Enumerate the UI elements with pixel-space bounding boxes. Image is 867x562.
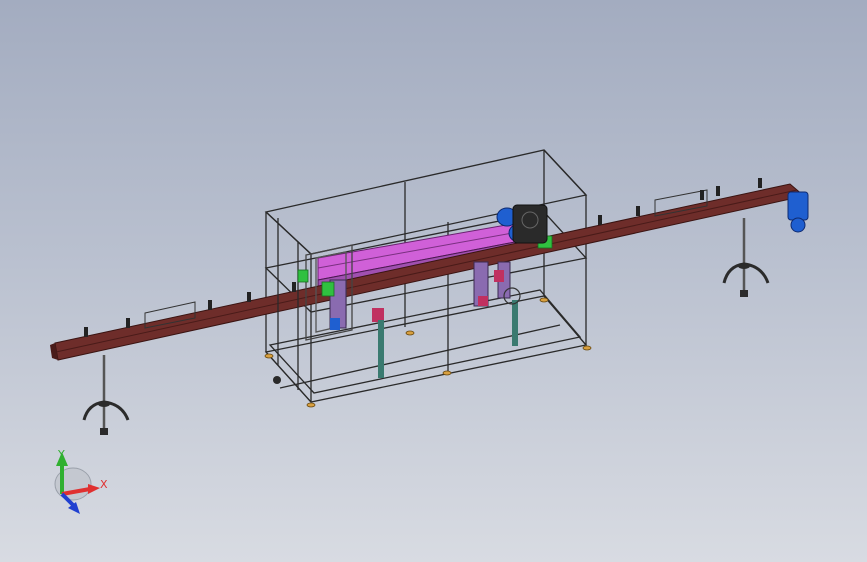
x-axis-label: X [100,478,108,491]
coordinate-triad: Y X [54,448,108,514]
graphics-viewport[interactable]: Y X [0,0,867,562]
y-axis-label: Y [57,448,65,461]
